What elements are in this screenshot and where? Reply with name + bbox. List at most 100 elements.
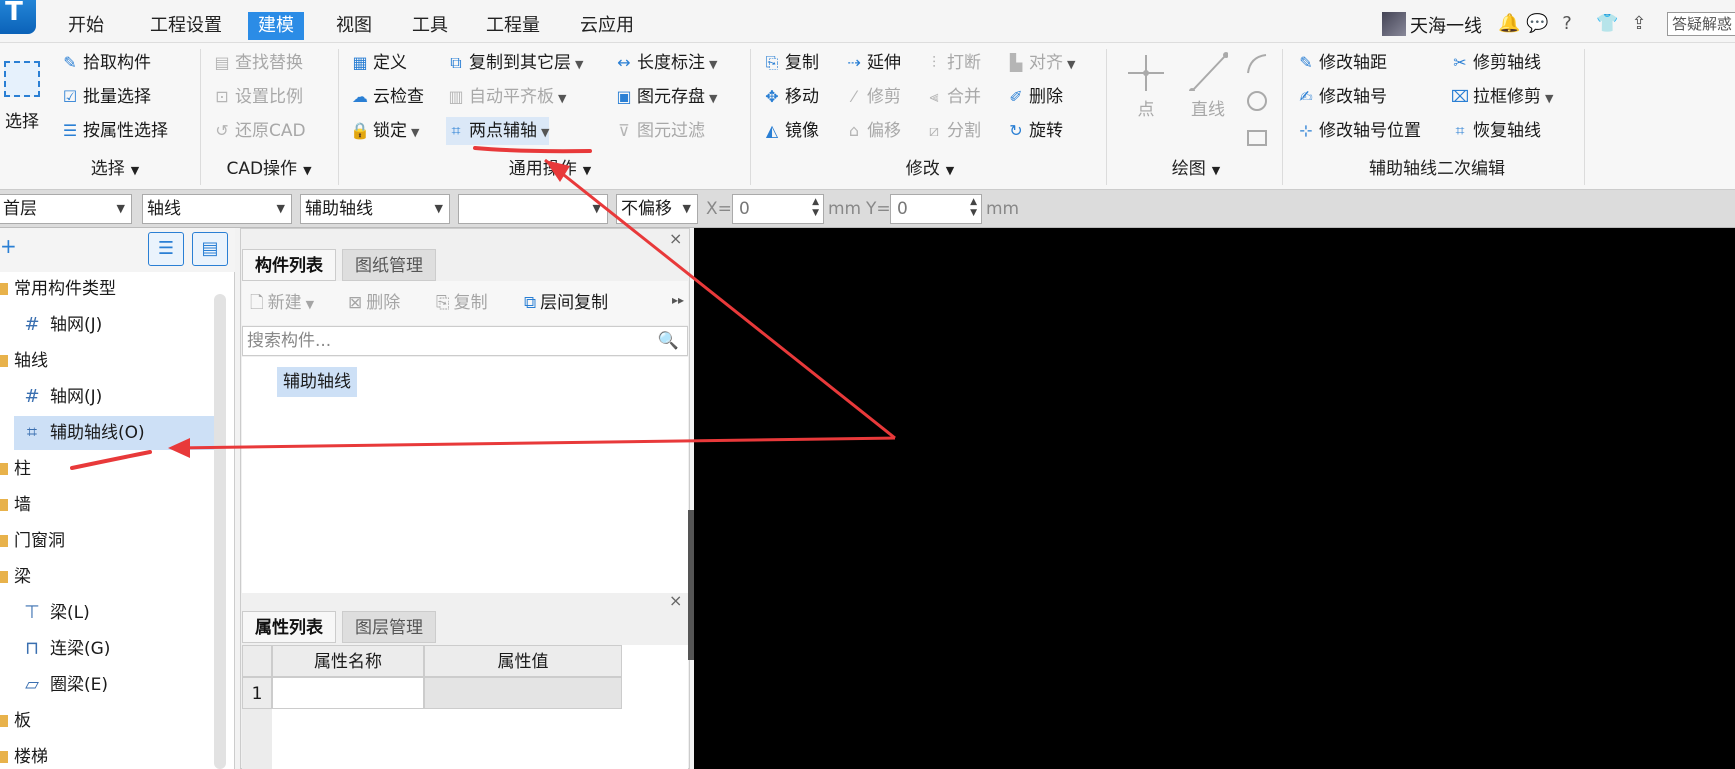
help-search-box[interactable]: 答疑解惑 — [1667, 12, 1735, 36]
length-dimension-button[interactable]: ↔ 长度标注 ▼ — [614, 49, 717, 77]
y-coordinate-input[interactable]: 0 ▲ ▼ — [890, 194, 982, 224]
upload-icon[interactable]: ⇪ — [1628, 12, 1650, 36]
move-button[interactable]: ✥ 移动 — [762, 83, 819, 111]
tree-folder-item[interactable]: 柱 — [0, 452, 210, 486]
category-select[interactable]: 轴线 ▼ — [142, 194, 292, 224]
tab-tools[interactable]: 工具 — [402, 12, 458, 40]
detail-view-icon[interactable]: ▤ — [192, 232, 228, 266]
tab-start[interactable]: 开始 — [58, 12, 114, 40]
lock-button[interactable]: 🔒 锁定 ▼ — [350, 117, 419, 145]
tree-folder-item[interactable]: 楼梯 — [0, 740, 210, 769]
tree-folder-item[interactable]: 门窗洞 — [0, 524, 210, 558]
select-button[interactable]: 选择 — [0, 51, 44, 147]
modify-axis-number-button[interactable]: ✍ 修改轴号 — [1296, 83, 1387, 111]
modify-axis-number-position-button[interactable]: ⊹ 修改轴号位置 — [1296, 117, 1421, 145]
inter-floor-copy-button[interactable]: ⧉ 层间复制 — [524, 288, 608, 318]
rotate-button[interactable]: ↻ 旋转 — [1006, 117, 1063, 145]
element-filter-button[interactable]: ⊽ 图元过滤 — [614, 117, 705, 145]
mirror-button[interactable]: ◭ 镜像 — [762, 117, 819, 145]
bell-icon[interactable]: 🔔 — [1498, 12, 1520, 36]
tab-layer-management[interactable]: 图层管理 — [342, 611, 436, 643]
chat-icon[interactable]: 💬 — [1526, 12, 1548, 36]
spinner-icon[interactable]: ▲ ▼ — [812, 197, 819, 219]
tab-project-settings[interactable]: 工程设置 — [140, 12, 232, 40]
group-label-draw[interactable]: 绘图 ▼ — [1116, 155, 1276, 183]
two-point-aux-axis-button[interactable]: ⌗ 两点辅轴 ▼ — [446, 117, 550, 145]
tree-leaf-item[interactable]: # 轴网(J) — [0, 380, 210, 414]
trim-button[interactable]: ⁄ 修剪 — [844, 83, 901, 111]
tab-view[interactable]: 视图 — [326, 12, 382, 40]
select-by-property-button[interactable]: ☰ 按属性选择 — [60, 117, 168, 145]
modify-axis-spacing-button[interactable]: ✎ 修改轴距 — [1296, 49, 1387, 77]
box-trim-button[interactable]: ⌧ 拉框修剪 ▼ — [1450, 83, 1554, 111]
batch-select-button[interactable]: ☑ 批量选择 — [60, 83, 151, 111]
copy-to-other-floor-button[interactable]: ⧉ 复制到其它层 ▼ — [446, 49, 583, 77]
tree-leaf-item[interactable]: # 轴网(J) — [0, 308, 210, 342]
tab-quantity[interactable]: 工程量 — [476, 12, 550, 40]
align-button[interactable]: ▙ 对齐 ▼ — [1006, 49, 1076, 77]
avatar[interactable] — [1382, 12, 1406, 36]
new-button[interactable]: 🗋 新建 ▼ — [250, 288, 314, 318]
close-icon[interactable]: × — [669, 591, 682, 610]
app-logo[interactable]: T — [0, 0, 36, 34]
group-label-general[interactable]: 通用操作 ▼ — [440, 155, 660, 183]
tab-component-list[interactable]: 构件列表 — [242, 249, 336, 281]
group-label-select[interactable]: 选择 ▼ — [40, 155, 190, 183]
restore-axis-button[interactable]: ⌗ 恢复轴线 — [1450, 117, 1541, 145]
group-label-modify[interactable]: 修改 ▼ — [860, 155, 1000, 183]
tree-leaf-item[interactable]: ▱ 圈梁(E) — [0, 668, 210, 702]
tab-property-list[interactable]: 属性列表 — [242, 611, 336, 643]
pick-component-button[interactable]: ✎ 拾取构件 — [60, 49, 151, 77]
copy-component-button[interactable]: ⎘ 复制 — [436, 288, 488, 318]
tree-folder-item[interactable]: 梁 — [0, 560, 210, 594]
add-icon[interactable]: + — [0, 234, 17, 258]
merge-button[interactable]: ⫷ 合并 — [924, 83, 981, 111]
more-icon[interactable]: ▸▸ — [672, 293, 684, 307]
line-button[interactable]: 直线 — [1180, 51, 1236, 120]
copy-button[interactable]: ⎘ 复制 — [762, 49, 819, 77]
tree-leaf-item[interactable]: ⊓ 连梁(G) — [0, 632, 210, 666]
blank-select[interactable]: ▼ — [458, 194, 608, 224]
restore-cad-button[interactable]: ↺ 还原CAD — [212, 117, 305, 145]
list-item[interactable]: 辅助轴线 — [277, 367, 357, 397]
search-icon[interactable]: 🔍 — [658, 327, 679, 355]
component-select[interactable]: 辅助轴线 ▼ — [300, 194, 450, 224]
offset-button[interactable]: ⌂ 偏移 — [844, 117, 901, 145]
delete-component-button[interactable]: ⊠ 删除 — [348, 288, 400, 318]
floor-select[interactable]: 首层 ▼ — [0, 194, 132, 224]
tree-folder-item[interactable]: 常用构件类型 — [0, 272, 210, 306]
tree-folder-item[interactable]: 墙 — [0, 488, 210, 522]
delete-button[interactable]: ✐ 删除 — [1006, 83, 1063, 111]
set-scale-button[interactable]: ⊡ 设置比例 — [212, 83, 303, 111]
offset-select[interactable]: 不偏移 ▼ — [616, 194, 698, 224]
list-view-icon[interactable]: ☰ — [148, 232, 184, 266]
cloud-check-button[interactable]: ☁ 云检查 — [350, 83, 424, 111]
user-name[interactable]: 天海一线 — [1410, 12, 1482, 38]
split-button[interactable]: ⧄ 分割 — [924, 117, 981, 145]
define-button[interactable]: ▦ 定义 — [350, 49, 407, 77]
extend-button[interactable]: ⇢ 延伸 — [844, 49, 901, 77]
x-coordinate-input[interactable]: 0 ▲ ▼ — [732, 194, 824, 224]
tree-leaf-item[interactable]: ⌗ 辅助轴线(O) — [14, 416, 224, 450]
point-button[interactable]: 点 — [1118, 51, 1174, 120]
tree-leaf-item[interactable]: ⊤ 梁(L) — [0, 596, 210, 630]
auto-align-slab-button[interactable]: ▥ 自动平齐板 ▼ — [446, 83, 566, 111]
close-icon[interactable]: × — [669, 229, 682, 248]
tree-folder-item[interactable]: 轴线 — [0, 344, 210, 378]
property-name-cell[interactable] — [272, 677, 424, 709]
break-button[interactable]: ⫶ 打断 — [924, 49, 981, 77]
element-save-button[interactable]: ▣ 图元存盘 ▼ — [614, 83, 717, 111]
tab-modeling[interactable]: 建模 — [248, 12, 304, 40]
tab-drawing-management[interactable]: 图纸管理 — [342, 249, 436, 281]
group-label-cad[interactable]: CAD操作 ▼ — [204, 155, 334, 183]
search-input[interactable]: 搜索构件... 🔍 — [242, 326, 688, 356]
help-icon[interactable]: ? — [1556, 12, 1578, 36]
spinner-icon[interactable]: ▲ ▼ — [970, 197, 977, 219]
tree-folder-item[interactable]: 板 — [0, 704, 210, 738]
property-value-cell[interactable] — [424, 677, 622, 709]
shirt-icon[interactable]: 👕 — [1596, 12, 1618, 36]
find-replace-button[interactable]: ▤ 查找替换 — [212, 49, 303, 77]
drawing-canvas[interactable] — [694, 228, 1735, 769]
trim-axis-button[interactable]: ✂ 修剪轴线 — [1450, 49, 1541, 77]
tree-scrollbar[interactable] — [214, 294, 226, 769]
